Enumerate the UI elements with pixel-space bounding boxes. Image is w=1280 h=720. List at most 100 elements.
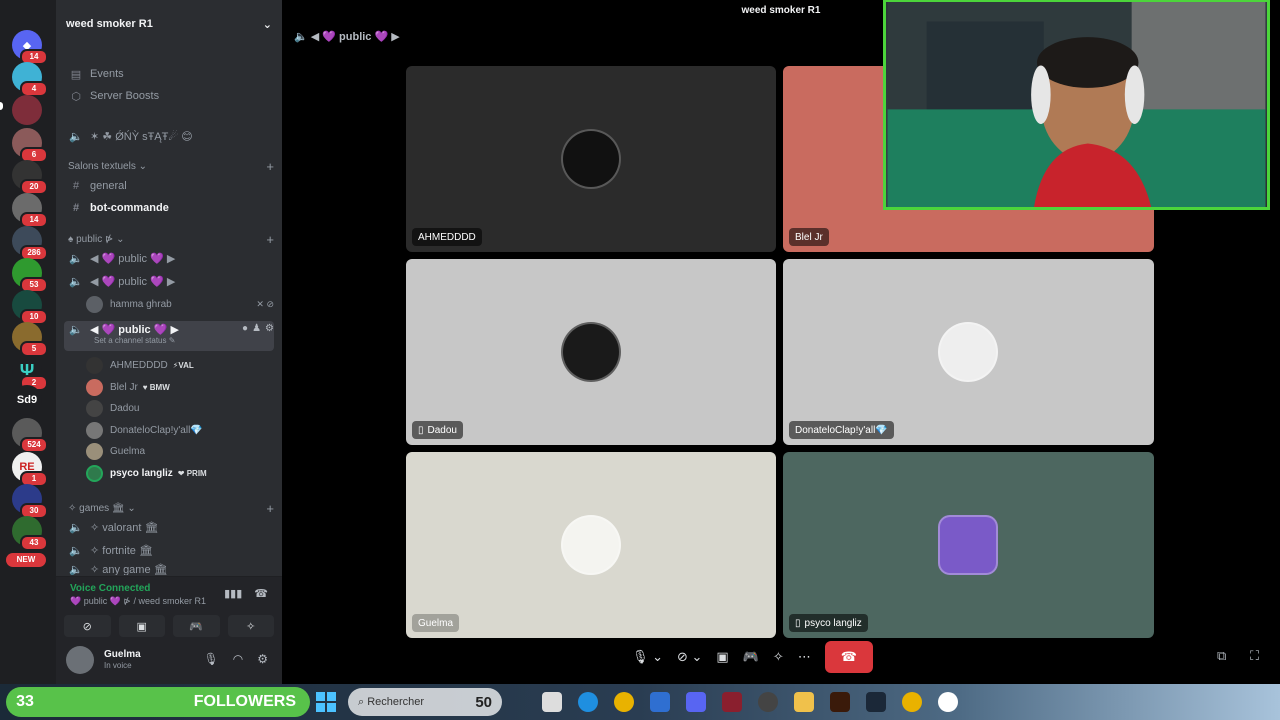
channel-onlystat[interactable]: 🔈 ✶ ☘ ǾŃỲ sŦĄŦ☄ 😊: [64, 126, 274, 146]
hangup-button[interactable]: ☎: [824, 641, 873, 673]
server-icon[interactable]: 5: [12, 322, 48, 357]
tile-name-label: Blel Jr: [789, 228, 829, 246]
channel-label: general: [90, 180, 127, 192]
microphone-icon[interactable]: 🎙: [204, 652, 219, 666]
category-text-channels[interactable]: Salons textuels ⌄ +: [64, 156, 274, 176]
screen-share-icon[interactable]: ▣: [118, 615, 165, 637]
taskbar-search[interactable]: ⌕ Rechercher 50: [348, 688, 502, 716]
video-tile[interactable]: DonateloClap!y'all💎: [783, 259, 1154, 445]
disconnect-icon[interactable]: ☎: [254, 587, 268, 600]
avatar: [86, 399, 103, 417]
server-icon[interactable]: RE 1: [12, 452, 48, 487]
voice-member[interactable]: psyco langliz ❤ PRIM: [86, 463, 274, 483]
call-controls: 🎙 ⌄ ⊘ ⌄ ▣ 🎮 ✧ ⋯ ☎: [632, 641, 873, 673]
steam-icon[interactable]: [866, 692, 886, 712]
gear-icon[interactable]: ⚙: [257, 652, 268, 666]
invite-icon[interactable]: ♟: [252, 323, 261, 334]
new-badge[interactable]: NEW: [6, 553, 46, 567]
chrome-icon[interactable]: [614, 692, 634, 712]
home-server-icon[interactable]: ◆ 14: [12, 30, 48, 65]
server-text-label: Sd9: [16, 394, 38, 406]
server-icon[interactable]: 43: [12, 516, 48, 551]
server-icon[interactable]: 4: [12, 62, 48, 97]
server-icon[interactable]: 286: [12, 226, 48, 261]
avatar: [86, 464, 103, 482]
voice-status[interactable]: Voice Connected: [70, 583, 150, 594]
store-icon[interactable]: [650, 692, 670, 712]
fullscreen-icon[interactable]: ⛶: [1250, 648, 1259, 664]
soundboard-icon[interactable]: ✧: [227, 615, 274, 637]
video-tile[interactable]: AHMEDDDD: [406, 66, 776, 252]
set-status-link[interactable]: Set a channel status ✎: [94, 336, 175, 345]
server-header[interactable]: weed smoker R1 ⌄: [56, 0, 282, 48]
category-games[interactable]: ✧ games 🏛 ⌄ +: [64, 498, 274, 518]
discord-icon[interactable]: [686, 692, 706, 712]
chrome-icon[interactable]: [902, 692, 922, 712]
activities-icon[interactable]: 🎮: [173, 615, 220, 637]
windows-start-icon[interactable]: [316, 692, 336, 712]
voice-channel-2[interactable]: 🔈 ◀ 💜 public 💜 ▶: [64, 271, 274, 291]
voice-location[interactable]: 💜 public 💜 ⋫ / weed smoker R1: [70, 596, 206, 607]
voice-channel-active[interactable]: 🔈 ◀ 💜 public 💜 ▶ ● ♟ ⚙ Set a channel statu…: [64, 321, 274, 351]
server-icon[interactable]: 30: [12, 484, 48, 519]
obs-icon[interactable]: [938, 692, 958, 712]
video-tile[interactable]: Guelma: [406, 452, 776, 638]
edge-icon[interactable]: [578, 692, 598, 712]
more-icon[interactable]: ⋯: [798, 649, 811, 665]
voice-member[interactable]: Dadou: [86, 398, 274, 418]
user-panel: Guelma In voice 🎙 ◠ ⚙: [56, 640, 282, 684]
gear-icon[interactable]: ⚙: [265, 323, 274, 334]
voice-member[interactable]: DonateloClap!y'all💎: [86, 420, 274, 440]
microphone-icon[interactable]: 🎙 ⌄: [632, 649, 663, 665]
file-icon[interactable]: [542, 692, 562, 712]
chat-icon[interactable]: ●: [242, 323, 248, 334]
voice-member[interactable]: Guelma: [86, 441, 274, 461]
add-channel-icon[interactable]: +: [266, 232, 274, 247]
app-icon[interactable]: [758, 692, 778, 712]
events-link[interactable]: ▤ Events: [64, 64, 274, 84]
mobile-icon: ▯: [418, 424, 424, 436]
soundboard-icon[interactable]: ✧: [773, 649, 784, 665]
voice-member[interactable]: AHMEDDDD ⚡VAL: [86, 355, 274, 375]
server-icon[interactable]: 10: [12, 290, 48, 325]
avatar[interactable]: [66, 646, 94, 674]
server-icon[interactable]: 20: [12, 160, 48, 195]
server-icon[interactable]: 53: [12, 258, 48, 293]
category-public[interactable]: ♠ public ⋫ ⌄ +: [64, 229, 274, 249]
followers-label: FOLLOWERS: [193, 693, 296, 710]
voice-member[interactable]: Blel Jr ♥ BMW: [86, 377, 274, 397]
popout-icon[interactable]: ⧉: [1217, 648, 1226, 664]
app-icon[interactable]: [722, 692, 742, 712]
channel-bot-commande[interactable]: # bot-commande: [64, 198, 274, 218]
folder-icon[interactable]: [794, 692, 814, 712]
headphones-icon[interactable]: ◠: [233, 652, 243, 666]
voice-tools: ▮▮▮ ☎: [224, 587, 268, 600]
video-tile[interactable]: ▯ psyco langliz: [783, 452, 1154, 638]
server-icon[interactable]: Sd9: [12, 385, 42, 415]
server-icon[interactable]: [12, 95, 42, 125]
signal-icon[interactable]: ▮▮▮: [224, 587, 242, 600]
hash-icon: #: [72, 180, 80, 192]
server-icon[interactable]: 14: [12, 193, 48, 228]
voice-channel-1[interactable]: 🔈 ◀ 💜 public 💜 ▶: [64, 248, 274, 268]
illustrator-icon[interactable]: [830, 692, 850, 712]
user-status: In voice: [104, 661, 132, 670]
activities-icon[interactable]: 🎮: [743, 649, 759, 665]
voice-member[interactable]: hamma ghrab ✕ ⊘: [86, 294, 274, 314]
channel-general[interactable]: # general: [64, 176, 274, 196]
add-channel-icon[interactable]: +: [266, 501, 274, 516]
camera-off-icon[interactable]: ⊘: [64, 615, 111, 637]
screen-share-icon[interactable]: ▣: [716, 649, 728, 665]
voice-channel-fortnite[interactable]: 🔈 ✧ fortnite 🏛: [64, 540, 274, 560]
add-channel-icon[interactable]: +: [266, 159, 274, 174]
server-icon[interactable]: 524: [12, 418, 48, 453]
server-icon[interactable]: 6: [12, 128, 48, 163]
voice-channel-valorant[interactable]: 🔈 ✧ valorant 🏛: [64, 517, 274, 537]
server-boosts-link[interactable]: ⬡ Server Boosts: [64, 86, 274, 106]
avatar: [561, 129, 621, 189]
tile-name-label: ▯ Dadou: [412, 421, 463, 439]
camera-off-icon[interactable]: ⊘ ⌄: [677, 649, 702, 665]
server-icon[interactable]: Ψ2: [12, 356, 48, 391]
video-tile[interactable]: ▯ Dadou: [406, 259, 776, 445]
voice-channel-anygame[interactable]: 🔈 ✧ any game 🏛: [64, 563, 274, 576]
